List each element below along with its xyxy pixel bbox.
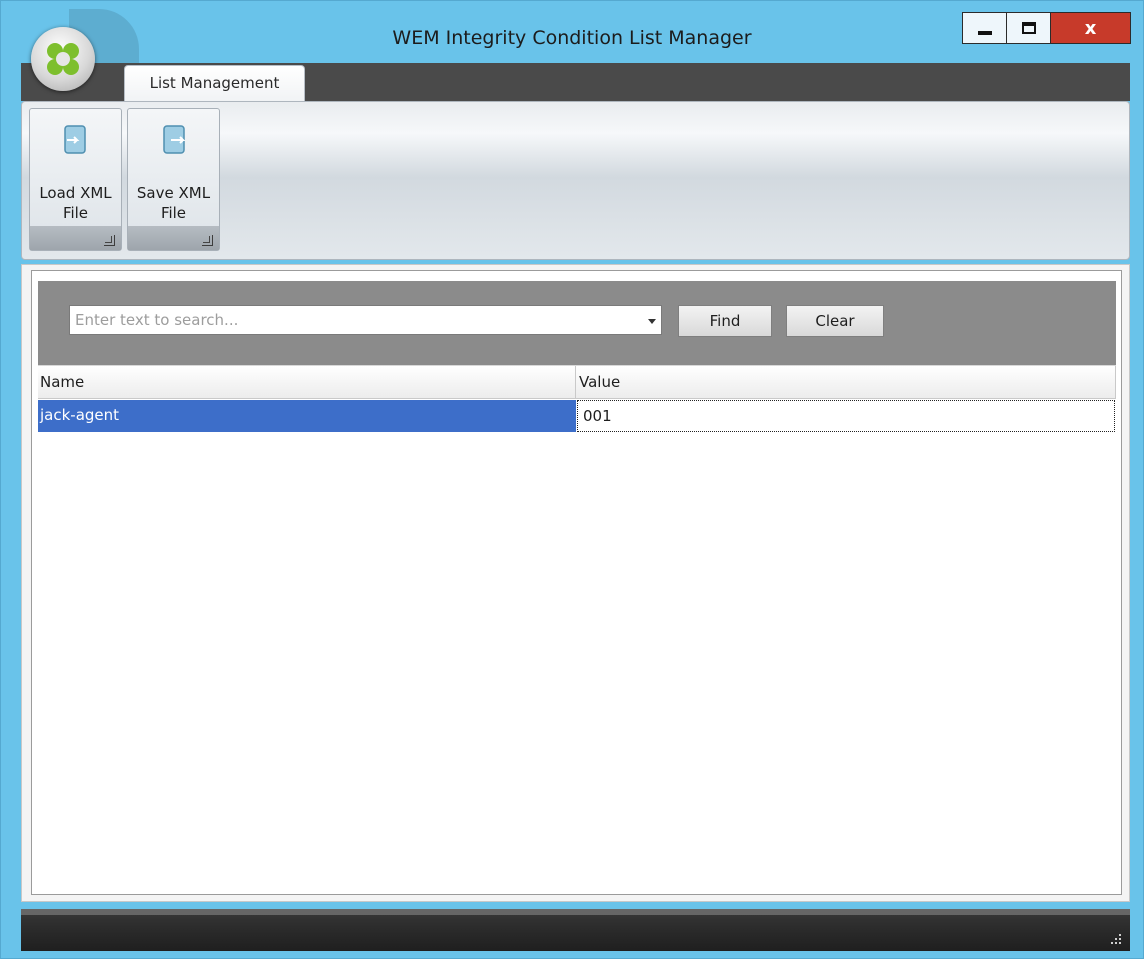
title-bar[interactable]: WEM Integrity Condition List Manager x <box>1 1 1143 65</box>
close-button[interactable]: x <box>1050 12 1131 44</box>
ribbon-group-footer <box>128 226 219 250</box>
ribbon-group-load: Load XML File <box>29 108 122 251</box>
maximize-icon <box>1021 22 1036 34</box>
app-orb-button[interactable] <box>31 27 95 91</box>
content-frame: Find Clear Name Value jack-agent 001 <box>31 270 1122 895</box>
status-bar <box>21 909 1130 951</box>
cell-value[interactable]: 001 <box>577 400 1115 432</box>
app-window: WEM Integrity Condition List Manager x L… <box>0 0 1144 959</box>
size-grip-icon[interactable] <box>1108 931 1122 945</box>
find-button[interactable]: Find <box>678 305 772 337</box>
tab-list-management[interactable]: List Management <box>124 65 305 101</box>
save-xml-icon <box>163 125 186 154</box>
dropdown-arrow-icon[interactable] <box>648 319 656 324</box>
search-combobox[interactable] <box>69 305 662 335</box>
cell-name[interactable]: jack-agent <box>38 400 576 432</box>
ribbon-group-footer <box>30 226 121 250</box>
minimize-icon <box>977 31 992 35</box>
load-xml-label: Load XML File <box>39 184 112 222</box>
table-row[interactable]: jack-agent 001 <box>38 400 1116 432</box>
data-grid[interactable]: Name Value jack-agent 001 <box>38 365 1116 890</box>
search-panel: Find Clear <box>38 281 1116 365</box>
dialog-launcher-icon[interactable] <box>202 235 213 246</box>
clear-button[interactable]: Clear <box>786 305 884 337</box>
status-bar-top-strip <box>21 909 1130 915</box>
ribbon-group-save: Save XML File <box>127 108 220 251</box>
grid-header: Name Value <box>38 365 1116 399</box>
dialog-launcher-icon[interactable] <box>104 235 115 246</box>
search-input[interactable] <box>70 306 640 334</box>
column-header-value[interactable]: Value <box>577 366 1116 398</box>
ribbon-tab-strip: List Management <box>21 63 1130 101</box>
save-xml-button[interactable]: Save XML File <box>128 109 219 227</box>
load-xml-button[interactable]: Load XML File <box>30 109 121 227</box>
load-xml-icon <box>64 125 86 154</box>
app-orb-icon <box>47 43 79 75</box>
column-header-name[interactable]: Name <box>38 366 576 398</box>
save-xml-label: Save XML File <box>136 184 211 222</box>
client-area: Find Clear Name Value jack-agent 001 <box>21 264 1130 902</box>
ribbon-panel: Load XML File Save XML File <box>21 101 1130 260</box>
maximize-button[interactable] <box>1006 12 1051 44</box>
close-icon: x <box>1084 17 1097 39</box>
minimize-button[interactable] <box>962 12 1007 44</box>
